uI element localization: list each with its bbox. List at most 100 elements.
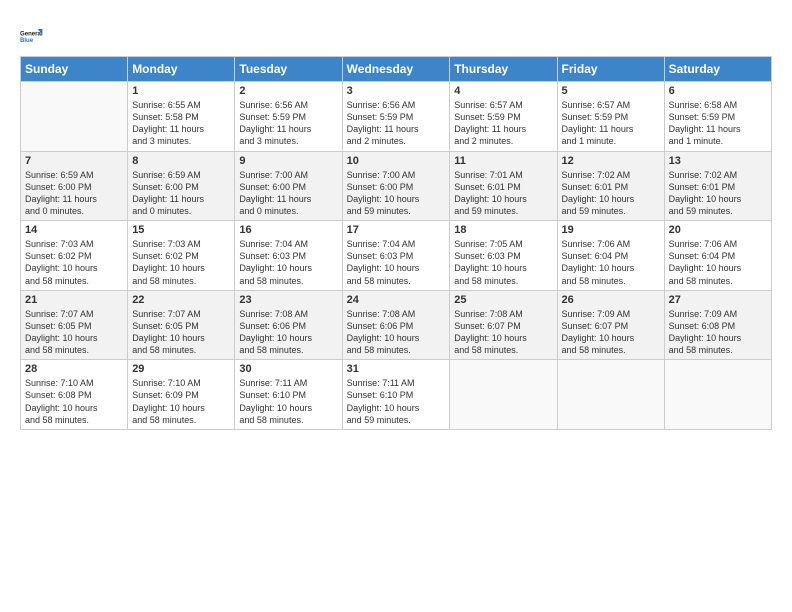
- day-info: Sunrise: 7:05 AM Sunset: 6:03 PM Dayligh…: [454, 238, 552, 287]
- day-info: Sunrise: 7:03 AM Sunset: 6:02 PM Dayligh…: [132, 238, 230, 287]
- day-cell: 19 Sunrise: 7:06 AM Sunset: 6:04 PM Dayli…: [557, 221, 664, 291]
- day-cell: 23 Sunrise: 7:08 AM Sunset: 6:06 PM Dayli…: [235, 290, 342, 360]
- day-number: 14: [25, 224, 123, 236]
- day-cell: 17 Sunrise: 7:04 AM Sunset: 6:03 PM Dayli…: [342, 221, 450, 291]
- day-number: 20: [669, 224, 767, 236]
- day-cell: 14 Sunrise: 7:03 AM Sunset: 6:02 PM Dayli…: [21, 221, 128, 291]
- day-cell: 4Sunrise: 6:57 AM Sunset: 5:59 PM Daylig…: [450, 82, 557, 152]
- day-number: 13: [669, 155, 767, 167]
- day-info: Sunrise: 7:10 AM Sunset: 6:09 PM Dayligh…: [132, 377, 230, 426]
- day-info: Sunrise: 7:06 AM Sunset: 6:04 PM Dayligh…: [669, 238, 767, 287]
- day-number: 25: [454, 294, 552, 306]
- day-info: Sunrise: 7:11 AM Sunset: 6:10 PM Dayligh…: [347, 377, 446, 426]
- day-cell: 20 Sunrise: 7:06 AM Sunset: 6:04 PM Dayli…: [664, 221, 771, 291]
- day-cell: 30 Sunrise: 7:11 AM Sunset: 6:10 PM Dayli…: [235, 360, 342, 430]
- day-number: 8: [132, 155, 230, 167]
- col-header-monday: Monday: [128, 57, 235, 82]
- day-cell: [450, 360, 557, 430]
- day-cell: 13Sunrise: 7:02 AM Sunset: 6:01 PM Dayli…: [664, 151, 771, 221]
- day-number: 26: [562, 294, 660, 306]
- day-number: 21: [25, 294, 123, 306]
- day-number: 16: [239, 224, 337, 236]
- day-info: Sunrise: 7:09 AM Sunset: 6:07 PM Dayligh…: [562, 308, 660, 357]
- header-row: SundayMondayTuesdayWednesdayThursdayFrid…: [21, 57, 772, 82]
- day-number: 15: [132, 224, 230, 236]
- day-number: 31: [347, 363, 446, 375]
- day-cell: 18 Sunrise: 7:05 AM Sunset: 6:03 PM Dayli…: [450, 221, 557, 291]
- day-number: 5: [562, 85, 660, 97]
- day-info: Sunrise: 7:07 AM Sunset: 6:05 PM Dayligh…: [25, 308, 123, 357]
- day-info: Sunrise: 7:04 AM Sunset: 6:03 PM Dayligh…: [347, 238, 446, 287]
- day-info: Sunrise: 7:08 AM Sunset: 6:06 PM Dayligh…: [347, 308, 446, 357]
- day-number: 28: [25, 363, 123, 375]
- day-cell: 26 Sunrise: 7:09 AM Sunset: 6:07 PM Dayli…: [557, 290, 664, 360]
- col-header-wednesday: Wednesday: [342, 57, 450, 82]
- day-info: Sunrise: 6:57 AM Sunset: 5:59 PM Dayligh…: [562, 99, 660, 148]
- day-cell: 31 Sunrise: 7:11 AM Sunset: 6:10 PM Dayli…: [342, 360, 450, 430]
- day-number: 30: [239, 363, 337, 375]
- day-number: 2: [239, 85, 337, 97]
- week-row-5: 28 Sunrise: 7:10 AM Sunset: 6:08 PM Dayli…: [21, 360, 772, 430]
- day-cell: 1Sunrise: 6:55 AM Sunset: 5:58 PM Daylig…: [128, 82, 235, 152]
- col-header-friday: Friday: [557, 57, 664, 82]
- day-cell: 7 Sunrise: 6:59 AM Sunset: 6:00 PM Daylig…: [21, 151, 128, 221]
- day-info: Sunrise: 6:56 AM Sunset: 5:59 PM Dayligh…: [347, 99, 446, 148]
- logo-icon: GeneralBlue: [20, 22, 48, 50]
- svg-text:Blue: Blue: [20, 38, 34, 44]
- day-cell: 15 Sunrise: 7:03 AM Sunset: 6:02 PM Dayli…: [128, 221, 235, 291]
- col-header-tuesday: Tuesday: [235, 57, 342, 82]
- col-header-sunday: Sunday: [21, 57, 128, 82]
- calendar: SundayMondayTuesdayWednesdayThursdayFrid…: [20, 56, 772, 430]
- day-cell: 22 Sunrise: 7:07 AM Sunset: 6:05 PM Dayli…: [128, 290, 235, 360]
- day-number: 22: [132, 294, 230, 306]
- day-number: 6: [669, 85, 767, 97]
- day-info: Sunrise: 6:59 AM Sunset: 6:00 PM Dayligh…: [132, 169, 230, 218]
- day-number: 3: [347, 85, 446, 97]
- day-info: Sunrise: 7:09 AM Sunset: 6:08 PM Dayligh…: [669, 308, 767, 357]
- day-number: 11: [454, 155, 552, 167]
- header: GeneralBlue: [20, 18, 772, 50]
- day-cell: 10Sunrise: 7:00 AM Sunset: 6:00 PM Dayli…: [342, 151, 450, 221]
- day-number: 4: [454, 85, 552, 97]
- day-cell: 16 Sunrise: 7:04 AM Sunset: 6:03 PM Dayli…: [235, 221, 342, 291]
- day-info: Sunrise: 6:58 AM Sunset: 5:59 PM Dayligh…: [669, 99, 767, 148]
- day-number: 17: [347, 224, 446, 236]
- day-number: 19: [562, 224, 660, 236]
- day-number: 7: [25, 155, 123, 167]
- day-info: Sunrise: 7:07 AM Sunset: 6:05 PM Dayligh…: [132, 308, 230, 357]
- day-cell: 11Sunrise: 7:01 AM Sunset: 6:01 PM Dayli…: [450, 151, 557, 221]
- day-cell: 12Sunrise: 7:02 AM Sunset: 6:01 PM Dayli…: [557, 151, 664, 221]
- week-row-4: 21 Sunrise: 7:07 AM Sunset: 6:05 PM Dayli…: [21, 290, 772, 360]
- day-number: 1: [132, 85, 230, 97]
- day-info: Sunrise: 7:04 AM Sunset: 6:03 PM Dayligh…: [239, 238, 337, 287]
- day-info: Sunrise: 7:08 AM Sunset: 6:06 PM Dayligh…: [239, 308, 337, 357]
- week-row-2: 7 Sunrise: 6:59 AM Sunset: 6:00 PM Daylig…: [21, 151, 772, 221]
- day-info: Sunrise: 6:59 AM Sunset: 6:00 PM Dayligh…: [25, 169, 123, 218]
- day-info: Sunrise: 7:03 AM Sunset: 6:02 PM Dayligh…: [25, 238, 123, 287]
- day-cell: 5 Sunrise: 6:57 AM Sunset: 5:59 PM Daylig…: [557, 82, 664, 152]
- day-cell: 3 Sunrise: 6:56 AM Sunset: 5:59 PM Daylig…: [342, 82, 450, 152]
- day-number: 29: [132, 363, 230, 375]
- day-number: 9: [239, 155, 337, 167]
- week-row-3: 14 Sunrise: 7:03 AM Sunset: 6:02 PM Dayli…: [21, 221, 772, 291]
- day-cell: 29 Sunrise: 7:10 AM Sunset: 6:09 PM Dayli…: [128, 360, 235, 430]
- day-info: Sunrise: 7:10 AM Sunset: 6:08 PM Dayligh…: [25, 377, 123, 426]
- day-number: 18: [454, 224, 552, 236]
- day-cell: [664, 360, 771, 430]
- day-info: Sunrise: 7:00 AM Sunset: 6:00 PM Dayligh…: [347, 169, 446, 218]
- day-cell: 9Sunrise: 7:00 AM Sunset: 6:00 PM Daylig…: [235, 151, 342, 221]
- day-cell: 24 Sunrise: 7:08 AM Sunset: 6:06 PM Dayli…: [342, 290, 450, 360]
- day-info: Sunrise: 7:06 AM Sunset: 6:04 PM Dayligh…: [562, 238, 660, 287]
- day-info: Sunrise: 6:56 AM Sunset: 5:59 PM Dayligh…: [239, 99, 337, 148]
- page: GeneralBlue SundayMondayTuesdayWednesday…: [0, 0, 792, 612]
- day-cell: 21 Sunrise: 7:07 AM Sunset: 6:05 PM Dayli…: [21, 290, 128, 360]
- day-info: Sunrise: 7:11 AM Sunset: 6:10 PM Dayligh…: [239, 377, 337, 426]
- day-number: 24: [347, 294, 446, 306]
- day-cell: 25Sunrise: 7:08 AM Sunset: 6:07 PM Dayli…: [450, 290, 557, 360]
- day-cell: 27 Sunrise: 7:09 AM Sunset: 6:08 PM Dayli…: [664, 290, 771, 360]
- day-info: Sunrise: 7:02 AM Sunset: 6:01 PM Dayligh…: [562, 169, 660, 218]
- day-cell: [557, 360, 664, 430]
- day-number: 23: [239, 294, 337, 306]
- day-cell: 28 Sunrise: 7:10 AM Sunset: 6:08 PM Dayli…: [21, 360, 128, 430]
- day-number: 27: [669, 294, 767, 306]
